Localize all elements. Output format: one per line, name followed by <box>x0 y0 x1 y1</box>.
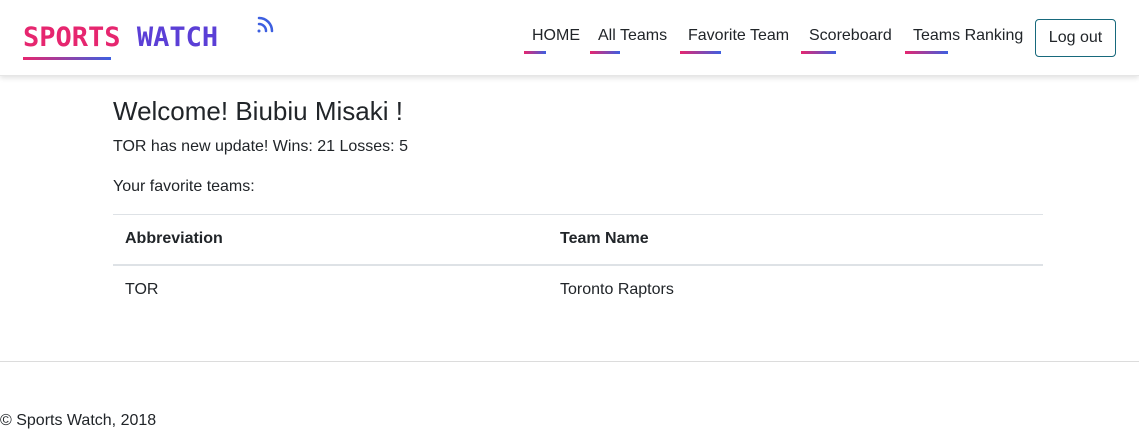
nav-teams-ranking[interactable]: Teams Ranking <box>905 26 1024 54</box>
brand-sports: SPORTS <box>23 22 121 53</box>
footer-divider <box>0 361 1139 362</box>
main-content: Welcome! Biubiu Misaki ! TOR has new upd… <box>113 96 1043 298</box>
logout-button[interactable]: Log out <box>1035 19 1116 57</box>
favorites-label: Your favorite teams: <box>113 178 255 195</box>
header-abbreviation: Abbreviation <box>125 230 223 248</box>
brand-underline <box>23 57 111 60</box>
table-row: TOR Toronto Raptors <box>113 265 1043 315</box>
nav-underline <box>801 51 836 54</box>
footer-copyright: © Sports Watch, 2018 <box>0 412 157 429</box>
cell-abbreviation: TOR <box>125 281 159 298</box>
nav-scoreboard[interactable]: Scoreboard <box>801 26 892 54</box>
nav-underline <box>905 51 948 54</box>
nav-favorite-team[interactable]: Favorite Team <box>680 26 790 54</box>
signal-icon <box>257 16 274 33</box>
welcome-heading: Welcome! Biubiu Misaki ! <box>113 96 403 126</box>
cell-team-name: Toronto Raptors <box>560 281 674 298</box>
table-header-row: Abbreviation Team Name <box>113 214 1043 265</box>
nav-underline <box>680 51 721 54</box>
nav-all-teams-label: All Teams <box>598 27 668 44</box>
nav-favorite-team-label: Favorite Team <box>688 27 790 44</box>
nav-home-label: HOME <box>532 27 580 44</box>
nav-underline <box>590 51 620 54</box>
brand-logo[interactable]: SPORTS WATCH <box>23 14 278 60</box>
nav-home[interactable]: HOME <box>524 26 580 54</box>
favorites-table: Abbreviation Team Name TOR Toronto Rapto… <box>113 214 1043 315</box>
nav-teams-ranking-label: Teams Ranking <box>913 27 1024 44</box>
header-team-name: Team Name <box>560 230 649 248</box>
brand-watch: WATCH <box>136 22 219 53</box>
nav-all-teams[interactable]: All Teams <box>590 26 668 54</box>
nav-scoreboard-label: Scoreboard <box>809 27 892 44</box>
brand-text: SPORTS WATCH <box>23 22 218 53</box>
navbar: SPORTS WATCH HOME All Teams Favorite Tea… <box>0 0 1139 76</box>
update-message: TOR has new update! Wins: 21 Losses: 5 <box>113 138 408 155</box>
nav-underline <box>524 51 546 54</box>
